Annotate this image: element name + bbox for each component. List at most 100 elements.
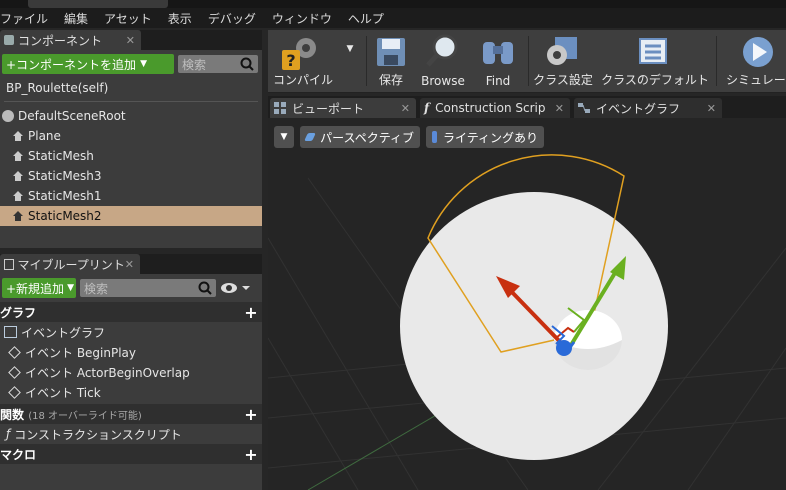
event-item[interactable]: イベント ActorBeginOverlap: [0, 362, 262, 382]
event-graph-label: イベントグラフ: [21, 325, 106, 340]
save-button[interactable]: 保存: [372, 30, 410, 92]
menu-view[interactable]: 表示: [160, 10, 200, 27]
perspective-label: パースペクティブ: [320, 130, 414, 145]
scene-root-icon: [2, 110, 14, 122]
tree-item[interactable]: Plane: [0, 126, 262, 146]
event-diamond-icon: [8, 365, 21, 379]
function-icon: ƒ: [6, 427, 11, 441]
my-blueprint-tab[interactable]: マイブループリント ✕: [0, 254, 140, 274]
perspective-button[interactable]: パースペクティブ: [300, 126, 420, 148]
compile-button[interactable]: ? コンパイル: [268, 30, 338, 92]
components-toolbar: +コンポーネントを追加 ▼ 検索: [0, 50, 262, 78]
tab-viewport[interactable]: ビューポート ✕: [270, 98, 416, 118]
graph-section-header[interactable]: グラフ +: [0, 302, 262, 322]
binoculars-icon: [483, 42, 513, 64]
plus-icon[interactable]: +: [244, 303, 258, 322]
tree-item[interactable]: StaticMesh1: [0, 186, 262, 206]
close-icon[interactable]: ✕: [125, 258, 134, 271]
compile-icon: ?: [282, 38, 316, 70]
graph-icon: [578, 103, 590, 113]
static-mesh-icon: [12, 130, 24, 142]
perspective-icon: [304, 133, 317, 141]
close-icon[interactable]: ✕: [126, 34, 135, 47]
menu-window[interactable]: ウィンドウ: [264, 10, 340, 27]
event-list: イベント BeginPlay イベント ActorBeginOverlap イベント…: [0, 342, 262, 402]
event-item-label: イベント Tick: [25, 385, 101, 400]
components-tab-bar: コンポーネント ✕: [0, 30, 262, 50]
construction-script-label: コンストラクションスクリプト: [14, 427, 182, 442]
self-item[interactable]: BP_Roulette(self): [0, 78, 262, 98]
components-search-input[interactable]: 検索: [178, 55, 258, 73]
self-item-label: BP_Roulette(self): [6, 81, 109, 95]
tree-item[interactable]: StaticMesh2: [0, 206, 262, 226]
functions-section-header[interactable]: 関数 (18 オーバーライド可能) +: [0, 404, 262, 424]
construction-script-item[interactable]: ƒ コンストラクションスクリプト: [0, 424, 262, 444]
tree-item[interactable]: StaticMesh: [0, 146, 262, 166]
tree-item-label: DefaultSceneRoot: [18, 109, 126, 123]
tab-event-graph[interactable]: イベントグラフ ✕: [574, 98, 722, 118]
event-diamond-icon: [8, 385, 21, 399]
blueprint-toolbar: +新規追加 ▼ 検索: [0, 274, 262, 302]
menu-file[interactable]: ファイル: [0, 10, 56, 27]
add-component-label: +コンポーネントを追加: [6, 57, 137, 72]
static-mesh-icon: [12, 210, 24, 222]
menu-debug[interactable]: デバッグ: [200, 10, 264, 27]
class-settings-button[interactable]: クラス設定: [532, 30, 594, 92]
close-icon[interactable]: ✕: [401, 102, 410, 115]
scene-render: [268, 154, 786, 490]
graph-section-label: グラフ: [0, 305, 37, 320]
editor-tab-bar: ビューポート ✕ f Construction Scrip ✕ イベントグラフ …: [268, 96, 786, 118]
function-icon: f: [424, 101, 430, 115]
add-component-button[interactable]: +コンポーネントを追加 ▼: [2, 54, 174, 74]
compile-options-dropdown[interactable]: ▼: [340, 30, 360, 92]
class-defaults-button[interactable]: クラスのデフォルト: [598, 30, 712, 92]
event-item-label: イベント ActorBeginOverlap: [25, 365, 190, 380]
simulation-label: シミュレーシ: [726, 73, 786, 87]
lighting-mode-button[interactable]: ライティングあり: [426, 126, 544, 148]
tree-item[interactable]: StaticMesh3: [0, 166, 262, 186]
simulation-button[interactable]: シミュレーシ: [720, 30, 786, 92]
browse-button[interactable]: Browse: [418, 30, 468, 92]
tree-item-label: StaticMesh: [28, 149, 94, 163]
add-new-button[interactable]: +新規追加 ▼: [2, 278, 76, 298]
tab-construction-script[interactable]: f Construction Scrip ✕: [420, 98, 570, 118]
blueprint-search-input[interactable]: 検索: [80, 279, 216, 297]
roulette-disk: [400, 192, 668, 460]
menu-edit[interactable]: 編集: [56, 10, 96, 27]
components-tab[interactable]: コンポーネント ✕: [0, 30, 141, 50]
lighting-label: ライティングあり: [442, 130, 538, 145]
event-diamond-icon: [8, 345, 21, 359]
document-tab[interactable]: [28, 0, 168, 8]
tab-construction-label: Construction Scrip: [435, 101, 546, 115]
magnifier-icon: [426, 34, 458, 67]
tree-item-defaultsceneroot[interactable]: DefaultSceneRoot: [0, 106, 262, 126]
event-graph-item[interactable]: イベントグラフ: [0, 322, 262, 342]
settings-gear-icon: [547, 37, 577, 65]
plus-icon[interactable]: +: [244, 445, 258, 464]
event-item[interactable]: イベント BeginPlay: [0, 342, 262, 362]
chevron-down-icon: ▼: [280, 132, 288, 142]
tree-item-label: StaticMesh3: [28, 169, 102, 183]
save-icon: [377, 38, 405, 66]
add-new-label: +新規追加: [6, 281, 65, 296]
close-icon[interactable]: ✕: [707, 102, 716, 115]
macros-section-header[interactable]: マクロ +: [0, 444, 262, 464]
components-panel: コンポーネント ✕ +コンポーネントを追加 ▼ 検索 BP_Roulette(s…: [0, 30, 262, 248]
menu-bar: ファイル 編集 アセット 表示 デバッグ ウィンドウ ヘルプ: [0, 8, 786, 28]
cube-icon: [4, 35, 14, 45]
event-item[interactable]: イベント Tick: [0, 382, 262, 402]
plus-icon[interactable]: +: [244, 405, 258, 424]
menu-help[interactable]: ヘルプ: [340, 10, 392, 27]
functions-title: 関数: [0, 407, 25, 422]
viewport-canvas[interactable]: ▼ パースペクティブ ライティングあり: [268, 118, 786, 490]
eye-icon[interactable]: [220, 281, 250, 295]
class-defaults-label: クラスのデフォルト: [601, 73, 709, 87]
viewport-options-button[interactable]: ▼: [274, 126, 294, 148]
graph-icon: [4, 326, 17, 338]
menu-asset[interactable]: アセット: [96, 10, 160, 27]
close-icon[interactable]: ✕: [555, 102, 564, 115]
find-button[interactable]: Find: [474, 30, 522, 92]
event-item-label: イベント BeginPlay: [25, 345, 137, 360]
search-placeholder: 検索: [84, 281, 109, 296]
tab-event-graph-label: イベントグラフ: [596, 101, 681, 116]
